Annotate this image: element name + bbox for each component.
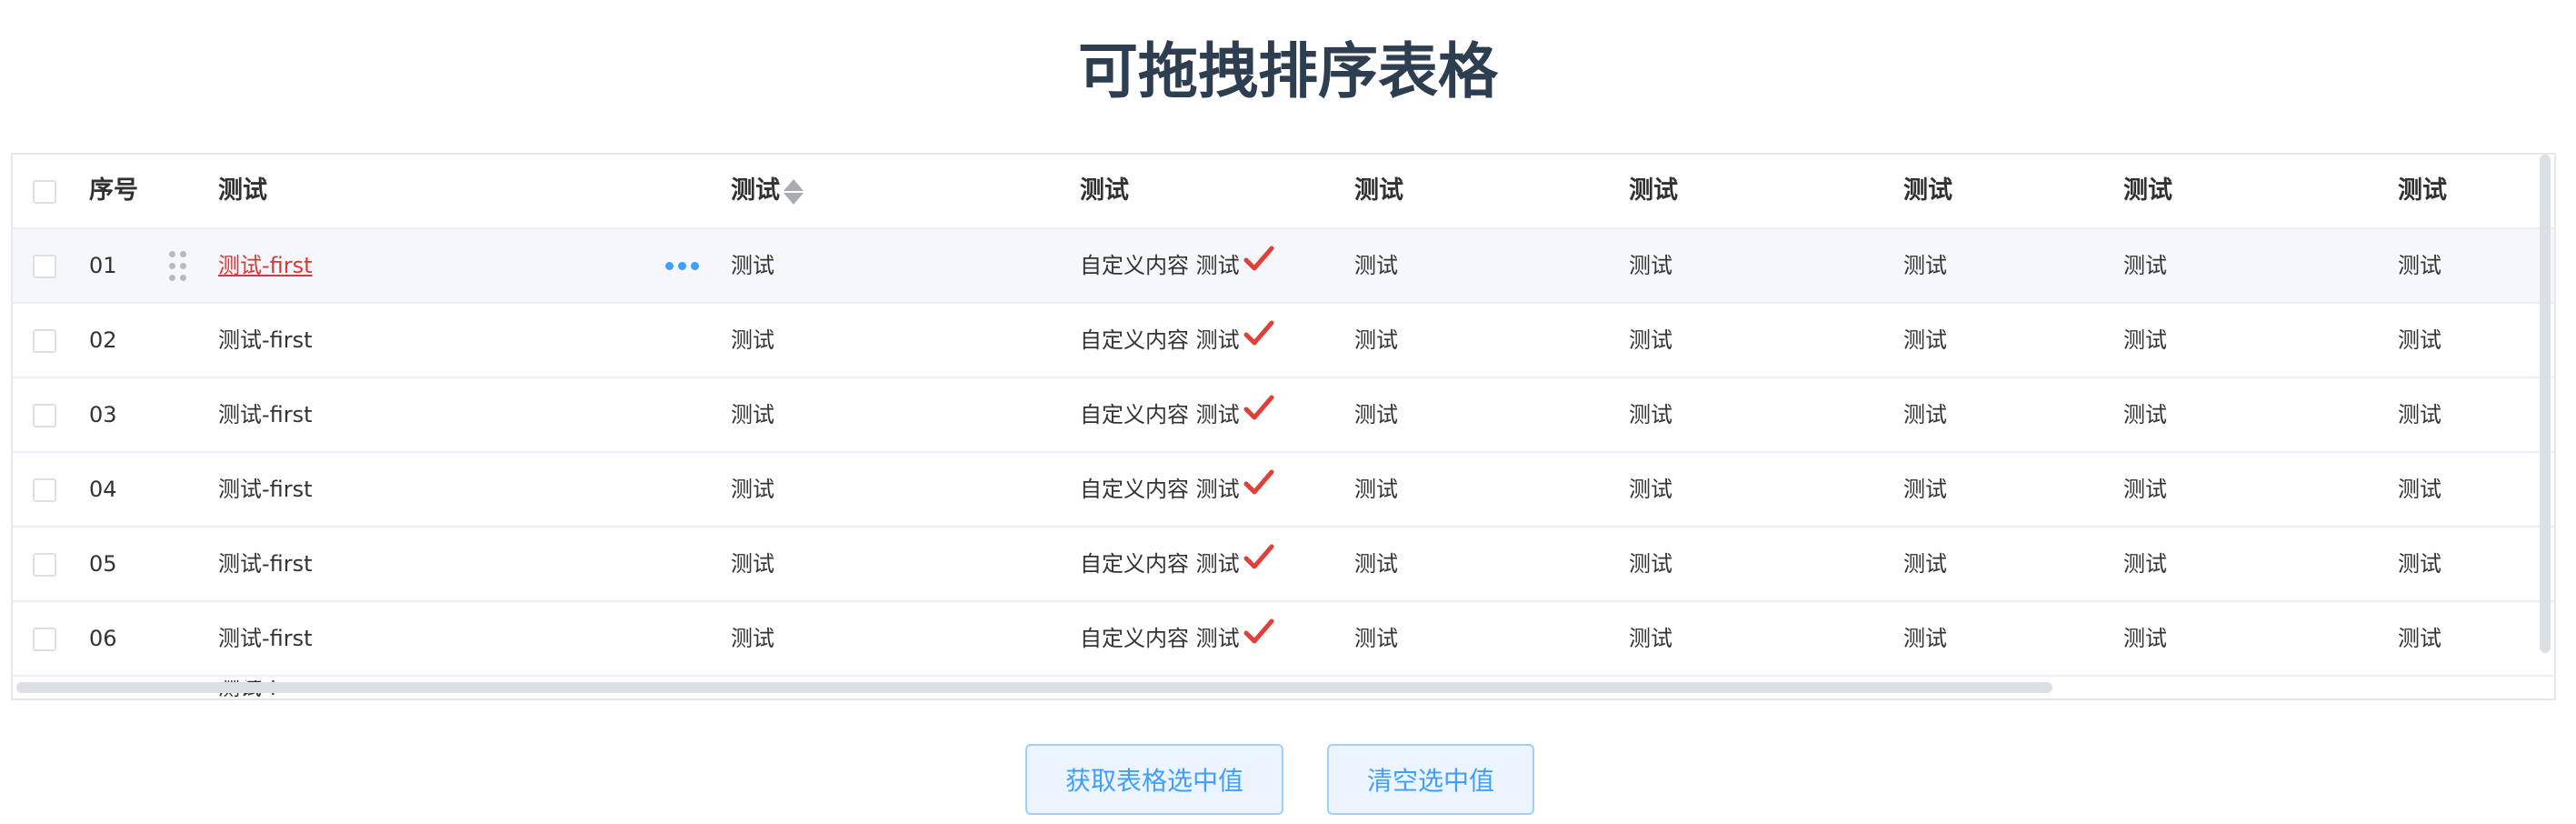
row-c3-text: 自定义内容 测试 [1080, 402, 1240, 427]
row-c5: 测试 [1629, 551, 1672, 577]
row-c5: 测试 [1629, 477, 1672, 502]
row-c4: 测试 [1354, 551, 1398, 577]
row-c6: 测试 [1903, 551, 1947, 577]
row-c6: 测试 [1903, 477, 1947, 502]
row-c5: 测试 [1629, 626, 1672, 651]
table-row[interactable]: 02 测试-first 测试 自定义内容 测试 测试 测试 测试 测试 测试 [13, 304, 2554, 378]
row-checkbox[interactable] [33, 404, 56, 427]
row-checkbox[interactable] [33, 329, 56, 353]
row-c2: 测试 [731, 477, 774, 502]
row-index: 05 [89, 551, 117, 577]
row-c8: 测试 [2398, 402, 2441, 427]
row-c8: 测试 [2398, 626, 2441, 651]
row-c7: 测试 [2123, 626, 2167, 651]
row-name: 测试-first [218, 402, 313, 427]
row-c4: 测试 [1354, 327, 1398, 353]
header-c1: 测试 [218, 176, 267, 205]
row-c4: 测试 [1354, 626, 1398, 651]
row-c6: 测试 [1903, 626, 1947, 651]
row-c5: 测试 [1629, 327, 1672, 353]
row-index: 06 [89, 626, 117, 651]
get-selected-button[interactable]: 获取表格选中值 [1025, 744, 1283, 815]
check-mark-icon [1243, 379, 1274, 452]
row-c2: 测试 [731, 402, 774, 427]
row-name-link[interactable]: 测试-first [218, 229, 313, 302]
row-c2: 测试 [731, 327, 774, 353]
row-index: 02 [89, 327, 117, 353]
row-checkbox[interactable] [33, 478, 56, 502]
row-c7: 测试 [2123, 402, 2167, 427]
table-row[interactable]: 06 测试-first 测试 自定义内容 测试 测试 测试 测试 测试 测试 [13, 602, 2554, 677]
row-c3-text: 自定义内容 测试 [1080, 626, 1240, 651]
page-title: 可拖拽排序表格 [1078, 36, 1498, 106]
row-index: 03 [89, 402, 117, 427]
header-c2-label: 测试 [731, 176, 780, 205]
row-c5: 测试 [1629, 402, 1672, 427]
row-c4: 测试 [1354, 402, 1398, 427]
sortable-table: 序号 测试 测试 测试 测试 测试 测试 测试 测试 01 测试-first 测试自… [11, 153, 2556, 700]
row-c3: 自定义内容 测试 [1080, 453, 1274, 526]
row-c8: 测试 [2398, 327, 2441, 353]
row-index: 01 [89, 253, 117, 278]
row-name: 测试-first [218, 477, 313, 502]
table-header: 序号 测试 测试 测试 测试 测试 测试 测试 测试 [13, 155, 2554, 229]
row-c6: 测试 [1903, 253, 1947, 278]
row-c4: 测试 [1354, 253, 1398, 278]
header-c7: 测试 [2123, 176, 2172, 205]
table-row[interactable]: 05 测试-first 测试 自定义内容 测试 测试 测试 测试 测试 测试 [13, 528, 2554, 602]
row-c2: 测试 [731, 551, 774, 577]
check-mark-icon [1243, 528, 1274, 601]
check-mark-icon [1243, 230, 1274, 303]
header-c3: 测试 [1080, 176, 1129, 205]
row-c7: 测试 [2123, 551, 2167, 577]
horizontal-scrollbar[interactable] [16, 682, 2052, 693]
row-c6: 测试 [1903, 327, 1947, 353]
vertical-scrollbar[interactable] [2540, 155, 2551, 653]
row-c3-text: 自定义内容 测试 [1080, 551, 1240, 577]
row-c3-text: 自定义内容 测试 [1080, 253, 1240, 278]
row-name: 测试-first [218, 327, 313, 353]
check-mark-icon [1243, 454, 1274, 527]
select-all-checkbox[interactable] [33, 180, 56, 204]
row-name: 测试-first [218, 551, 313, 577]
header-c8: 测试 [2398, 176, 2447, 205]
row-c3: 自定义内容 测试 [1080, 602, 1274, 675]
row-c6: 测试 [1903, 402, 1947, 427]
row-name: 测试-first [218, 626, 313, 651]
row-c4: 测试 [1354, 477, 1398, 502]
table-row[interactable]: 04 测试-first 测试 自定义内容 测试 测试 测试 测试 测试 测试 [13, 453, 2554, 528]
header-c4: 测试 [1354, 176, 1403, 205]
row-c7: 测试 [2123, 477, 2167, 502]
row-index: 04 [89, 477, 117, 502]
more-dots-icon[interactable] [665, 229, 704, 302]
sort-caret-icon[interactable] [784, 177, 804, 206]
row-checkbox[interactable] [33, 553, 56, 577]
row-c8: 测试 [2398, 477, 2441, 502]
check-mark-icon [1243, 305, 1274, 377]
row-c8: 测试 [2398, 253, 2441, 278]
row-checkbox[interactable] [33, 255, 56, 278]
header-c5: 测试 [1629, 176, 1678, 205]
table-row[interactable]: 01 测试-first 测试 自定义内容 测试 测试 测试 测试 测试 测试 [13, 229, 2554, 304]
row-c8: 测试 [2398, 551, 2441, 577]
table-row[interactable]: 03 测试-first 测试 自定义内容 测试 测试 测试 测试 测试 测试 [13, 378, 2554, 453]
drag-handle-icon[interactable] [167, 251, 189, 282]
row-c7: 测试 [2123, 253, 2167, 278]
row-c5: 测试 [1629, 253, 1672, 278]
header-c6: 测试 [1903, 176, 1952, 205]
header-c2[interactable]: 测试 [731, 155, 804, 227]
header-index: 序号 [89, 176, 138, 205]
row-checkbox[interactable] [33, 628, 56, 651]
row-c2: 测试 [731, 626, 774, 651]
row-c3: 自定义内容 测试 [1080, 528, 1274, 600]
row-c3-text: 自定义内容 测试 [1080, 327, 1240, 353]
row-c7: 测试 [2123, 327, 2167, 353]
row-c3: 自定义内容 测试 [1080, 229, 1274, 302]
row-c3-text: 自定义内容 测试 [1080, 477, 1240, 502]
row-c3: 自定义内容 测试 [1080, 304, 1274, 377]
row-c2: 测试 [731, 253, 774, 278]
row-c3: 自定义内容 测试 [1080, 378, 1274, 451]
check-mark-icon [1243, 603, 1274, 676]
clear-selected-button[interactable]: 清空选中值 [1327, 744, 1534, 815]
